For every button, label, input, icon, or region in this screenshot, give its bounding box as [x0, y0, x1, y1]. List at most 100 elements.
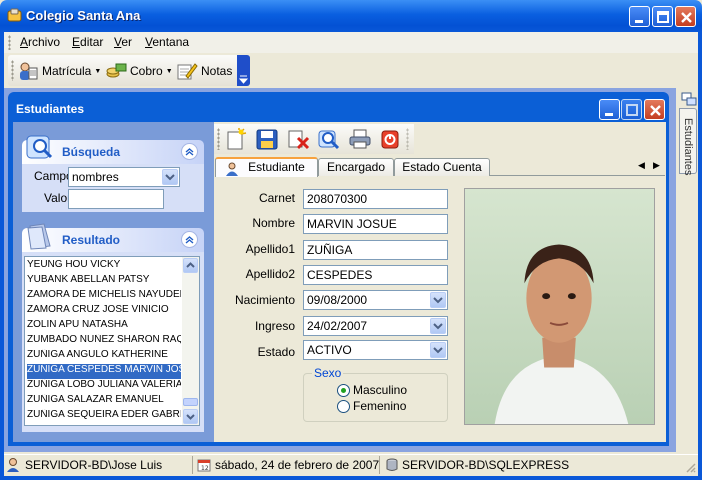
tab-estudiante-label: Estudiante: [248, 160, 305, 174]
cobro-button[interactable]: Cobro ▼: [105, 60, 173, 82]
windows-icon[interactable]: [681, 92, 697, 106]
resize-grip-icon[interactable]: [684, 461, 696, 473]
calendar-icon: 12: [197, 459, 211, 472]
database-icon: [386, 458, 398, 471]
campo-label: Campo: [34, 169, 73, 183]
delete-icon[interactable]: [286, 128, 310, 150]
svg-text:12: 12: [201, 465, 209, 472]
student-photo: [464, 188, 655, 425]
menu-archivo[interactable]: Archivo: [20, 35, 60, 49]
status-date: 12 sábado, 24 de febrero de 2007: [192, 456, 379, 474]
femenino-label[interactable]: Femenino: [353, 399, 406, 413]
list-item[interactable]: ZUÑIGA SALAZAR EMANUEL: [27, 394, 181, 409]
nombre-label: Nombre: [252, 216, 295, 230]
ingreso-label: Ingreso: [254, 319, 295, 333]
maximize-button[interactable]: [652, 6, 673, 27]
menubar-grip[interactable]: [8, 35, 11, 50]
campo-value: nombres: [72, 170, 119, 184]
menu-ventana[interactable]: Ventana: [145, 35, 189, 49]
nacimiento-label: Nacimiento: [234, 293, 295, 307]
nombre-field[interactable]: MARVIN JOSUE: [303, 214, 448, 234]
chevron-down-icon[interactable]: [162, 169, 178, 185]
valor-input[interactable]: [68, 189, 164, 209]
list-item[interactable]: ZAMORA DE MICHELIS NAYUDEL: [27, 289, 181, 304]
new-icon[interactable]: [224, 128, 248, 150]
status-user-text: SERVIDOR-BD\Jose Luis: [25, 458, 163, 472]
nacimiento-datepicker[interactable]: 09/08/2000: [303, 290, 448, 310]
magnifier-icon: [26, 135, 53, 159]
notas-label: Notas: [201, 64, 233, 78]
list-item[interactable]: ZUMBADO NUÑEZ SHARON RAQU: [27, 334, 181, 349]
minimize-button[interactable]: [629, 6, 650, 27]
close-button[interactable]: [675, 6, 696, 27]
result-panel-collapse-button[interactable]: [181, 231, 198, 248]
menu-ver[interactable]: Ver: [114, 35, 132, 49]
window-title: Colegio Santa Ana: [26, 8, 141, 23]
matricula-label: Matrícula: [42, 64, 92, 78]
matricula-button[interactable]: Matrícula ▼: [17, 60, 101, 82]
cobro-label: Cobro: [130, 64, 163, 78]
app-icon: [7, 8, 22, 22]
record-toolbar-grip[interactable]: [217, 128, 220, 150]
list-item[interactable]: ZUÑIGA LOBO JULIANA VALERIA: [27, 379, 181, 394]
tab-estudiante[interactable]: Estudiante: [215, 157, 318, 177]
list-item[interactable]: YEUNG HOU VICKY: [27, 259, 181, 274]
tab-scroll-right-button[interactable]: ▶: [653, 160, 660, 171]
toolbar-grip[interactable]: [11, 60, 14, 81]
window-frame-right: [698, 32, 702, 480]
child-minimize-button[interactable]: [599, 99, 620, 120]
list-item[interactable]: ZUÑIGA SEQUEIRA EDER GABRIEL: [27, 409, 181, 424]
child-close-button[interactable]: [644, 99, 665, 120]
record-toolbar-end-grip: [406, 128, 409, 150]
child-maximize-button[interactable]: [621, 99, 642, 120]
window-frame-bottom: [0, 476, 702, 480]
carnet-field[interactable]: 208070300: [303, 189, 448, 209]
toolbar-overflow-button[interactable]: [237, 55, 250, 86]
nombre-value: MARVIN JOSUE: [307, 217, 397, 231]
apellido2-value: CESPEDES: [307, 268, 373, 282]
scroll-up-button[interactable]: [183, 258, 198, 273]
apellido1-field[interactable]: ZUÑIGA: [303, 240, 448, 260]
sexo-groupbox: [303, 373, 448, 422]
enrollment-icon: [20, 62, 38, 80]
apellido2-label: Apellido2: [245, 267, 295, 281]
status-user: SERVIDOR-BD\Jose Luis: [5, 456, 162, 474]
list-item[interactable]: ZUÑIGA CESPEDES MARVIN JOSU: [27, 364, 181, 379]
masculino-radio[interactable]: [337, 384, 350, 397]
ingreso-datepicker[interactable]: 24/02/2007: [303, 316, 448, 336]
estado-value: ACTIVO: [307, 343, 352, 357]
tab-scroll-left-button[interactable]: ◀: [638, 160, 645, 171]
campo-select[interactable]: nombres: [68, 167, 180, 187]
notas-button[interactable]: Notas: [176, 60, 232, 82]
femenino-radio[interactable]: [337, 400, 350, 413]
coins-icon: [106, 63, 127, 78]
tab-encargado[interactable]: Encargado: [318, 158, 394, 176]
status-server: SERVIDOR-BD\SQLEXPRESS: [379, 456, 569, 474]
masculino-label[interactable]: Masculino: [353, 383, 407, 397]
chevron-down-icon: ▼: [94, 67, 102, 75]
result-listbox[interactable]: YEUNG HOU VICKY YUBANK ABELLAN PATSY ZAMOR…: [24, 256, 200, 426]
save-icon[interactable]: [255, 128, 279, 150]
search-panel-collapse-button[interactable]: [181, 143, 198, 160]
list-item[interactable]: ZUÑIGA ANGULO KATHERINE: [27, 349, 181, 364]
chevron-down-icon[interactable]: [430, 318, 446, 334]
search-panel-title: Búsqueda: [62, 145, 121, 159]
list-item[interactable]: YUBANK ABELLAN PATSY: [27, 274, 181, 289]
print-icon[interactable]: [348, 128, 372, 150]
status-date-text: sábado, 24 de febrero de 2007: [215, 458, 380, 472]
search-icon[interactable]: [317, 128, 341, 150]
apellido2-field[interactable]: CESPEDES: [303, 265, 448, 285]
menu-editar[interactable]: Editar: [72, 35, 103, 49]
chevron-down-icon[interactable]: [430, 342, 446, 358]
user-icon: [7, 458, 19, 472]
list-item[interactable]: ZAMORA CRUZ JOSE VINICIO: [27, 304, 181, 319]
close-record-icon[interactable]: [378, 128, 402, 150]
list-item[interactable]: ZOLIN APU NATASHA: [27, 319, 181, 334]
scroll-down-button[interactable]: [183, 409, 198, 424]
sexo-groupbox-label: Sexo: [312, 366, 344, 380]
chevron-down-icon[interactable]: [430, 292, 446, 308]
tab-estado-cuenta[interactable]: Estado Cuenta: [394, 158, 490, 176]
estado-select[interactable]: ACTIVO: [303, 340, 448, 360]
scroll-thumb[interactable]: [183, 398, 198, 406]
ingreso-value: 24/02/2007: [307, 319, 368, 333]
